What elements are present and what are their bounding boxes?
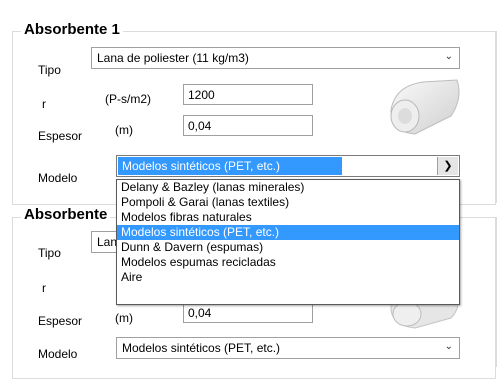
r-label-2: r [42,281,46,295]
r-input[interactable]: 1200 [183,84,313,105]
espesor-label: Espesor [38,129,83,143]
dropdown-option[interactable]: Modelos sintéticos (PET, etc.) [117,225,459,240]
foam-roll-image [390,79,460,135]
r-label: r [42,97,46,111]
modelo-combobox-2[interactable]: Modelos sintéticos (PET, etc.) ⌄ [116,337,460,359]
espesor-value-2: 0,04 [188,306,212,320]
espesor-unit: (m) [115,123,133,137]
dropdown-option[interactable]: Aire [117,270,459,285]
modelo-label-2: Modelo [38,347,78,361]
espesor-value: 0,04 [188,119,212,133]
r-value: 1200 [188,88,215,102]
tipo-value: Lana de poliester (11 kg/m3) [97,51,249,65]
espesor-input-2[interactable]: 0,04 [183,302,313,323]
adjacent-panel-edge-2 [496,217,497,367]
chevron-down-icon[interactable]: ❯ [437,157,458,175]
dropdown-option[interactable]: Dunn & Davern (espumas) [117,240,459,255]
espesor-label-2: Espesor [38,314,83,328]
dropdown-option[interactable]: Modelos espumas recicladas [117,255,459,270]
absorbente-2-title: Absorbente [21,206,111,223]
dropdown-option[interactable]: Modelos fibras naturales [117,210,459,225]
tipo-label: Tipo [38,63,61,77]
modelo-value-2: Modelos sintéticos (PET, etc.) [122,341,281,355]
modelo-label: Modelo [38,171,78,185]
modelo-combobox-open[interactable]: Modelos sintéticos (PET, etc.) ❯ [116,155,460,177]
espesor-unit-2: (m) [115,311,133,325]
tipo-label-2: Tipo [38,246,61,260]
chevron-down-icon[interactable]: ⌄ [445,51,453,62]
dropdown-option[interactable]: Delany & Bazley (lanas minerales) [117,180,459,195]
espesor-input[interactable]: 0,04 [183,115,313,136]
absorbente-1-title: Absorbente 1 [21,21,123,38]
tipo-combobox[interactable]: Lana de poliester (11 kg/m3) ⌄ [91,47,460,69]
tipo-value-2: Lan [97,235,118,249]
dropdown-option[interactable]: Pompoli & Garai (lanas textiles) [117,195,459,210]
adjacent-panel-edge [496,31,497,203]
modelo-selected-value: Modelos sintéticos (PET, etc.) [117,156,343,176]
r-unit: (P-s/m2) [105,92,151,106]
chevron-down-icon[interactable]: ⌄ [445,341,453,352]
modelo-dropdown-list[interactable]: Delany & Bazley (lanas minerales) Pompol… [116,179,460,305]
